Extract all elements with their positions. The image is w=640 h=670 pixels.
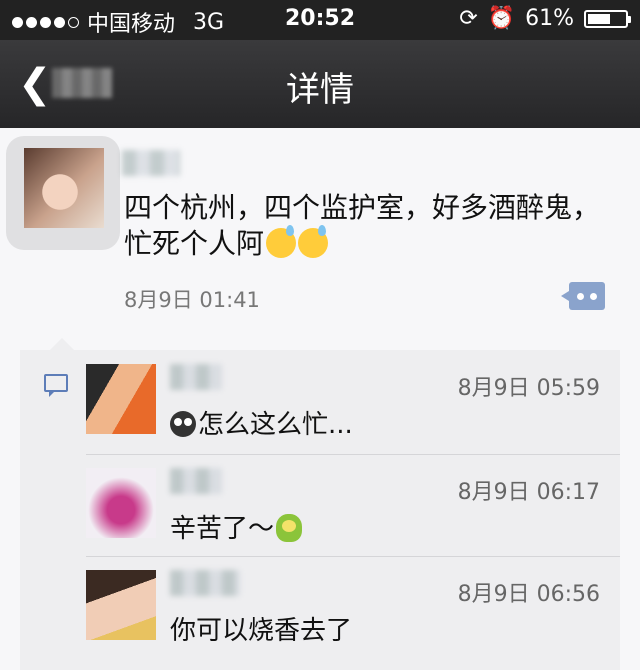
battery-icon (584, 9, 631, 28)
sweat-emoji-icon (298, 225, 329, 258)
comment-item[interactable]: 8月9日 06:17 辛苦了〜 (86, 454, 600, 556)
comment-text-row: 你可以烧香去了 (170, 610, 352, 647)
sweat-emoji-icon (266, 225, 297, 258)
comment-text-row: 怎么这么忙... (170, 404, 353, 441)
rotation-lock-icon: ⟳ (459, 6, 478, 31)
comments-section: 8月9日 05:59 怎么这么忙... 8月9日 06:17 辛苦了〜 8月9日… (20, 338, 620, 670)
comment-text: 辛苦了〜 (170, 514, 275, 544)
more-actions-button[interactable] (561, 282, 605, 310)
comment-text: 你可以烧香去了 (170, 616, 353, 646)
comment-timestamp: 8月9日 06:17 (457, 480, 600, 505)
commenter-name[interactable] (170, 570, 240, 596)
navigation-bar: ❮ 详情 (0, 40, 640, 128)
frog-emoji-icon (276, 514, 303, 542)
owl-emoji-icon (170, 411, 196, 437)
author-avatar[interactable] (6, 136, 120, 250)
alarm-icon: ⏰ (487, 6, 516, 31)
author-name[interactable] (122, 150, 180, 176)
comment-item[interactable]: 8月9日 06:56 你可以烧香去了 (86, 556, 600, 658)
comment-timestamp: 8月9日 05:59 (457, 376, 600, 401)
comment-text: 怎么这么忙... (198, 410, 353, 440)
commenter-name[interactable] (170, 468, 222, 494)
page-title: 详情 (286, 70, 354, 110)
post-content: 四个杭州，四个监护室，好多酒醉鬼，忙死个人阿 (124, 190, 604, 262)
comment-text-row: 辛苦了〜 (170, 508, 303, 545)
post-text: 四个杭州，四个监护室，好多酒醉鬼，忙死个人阿 (124, 191, 601, 260)
post-timestamp: 8月9日 01:41 (124, 288, 260, 312)
comment-timestamp: 8月9日 06:56 (457, 582, 600, 607)
commenter-avatar[interactable] (86, 468, 156, 538)
battery-percent: 61% (525, 6, 574, 31)
comment-icon (44, 374, 68, 397)
commenter-avatar[interactable] (86, 570, 156, 640)
status-bar: 中国移动 3G 20:52 ⟳ ⏰ 61% (0, 0, 640, 40)
commenter-avatar[interactable] (86, 364, 156, 434)
commenter-name[interactable] (170, 364, 222, 390)
comment-item[interactable]: 8月9日 05:59 怎么这么忙... (86, 350, 600, 452)
